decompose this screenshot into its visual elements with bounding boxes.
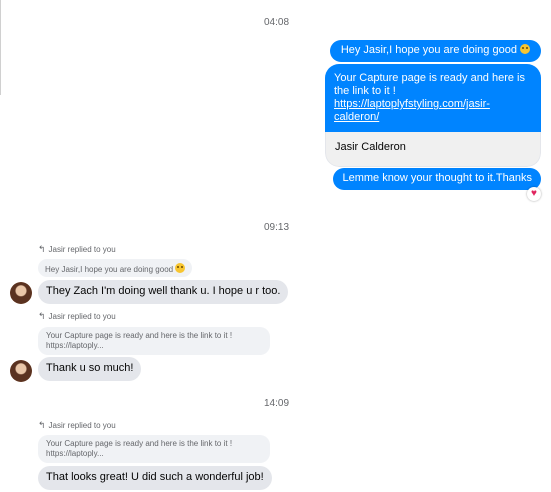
avatar[interactable] bbox=[10, 282, 32, 304]
reply-label: ↰ Jasir replied to you bbox=[38, 420, 116, 430]
message-text: Lemme know your thought to it.Thanks bbox=[342, 172, 532, 184]
quoted-message[interactable]: Hey Jasir,I hope you are doing good bbox=[38, 259, 193, 277]
reply-arrow-icon: ↰ bbox=[38, 420, 46, 430]
outgoing-message[interactable]: Lemme know your thought to it.Thanks bbox=[333, 168, 541, 190]
reply-label: ↰ Jasir replied to you bbox=[38, 244, 116, 254]
reply-label: ↰ Jasir replied to you bbox=[38, 311, 116, 321]
incoming-message[interactable]: They Zach I'm doing well thank u. I hope… bbox=[38, 280, 289, 304]
smile-emoji-icon bbox=[175, 263, 186, 273]
link-preview-body: Your Capture page is ready and here is t… bbox=[325, 64, 541, 132]
reply-arrow-icon: ↰ bbox=[38, 244, 46, 254]
timestamp: 04:08 bbox=[264, 17, 290, 28]
divider bbox=[0, 0, 1, 95]
capture-page-link[interactable]: https://laptoplyfstyling.com/jasir- cald… bbox=[334, 98, 490, 123]
message-text: Hey Jasir,I hope you are doing good bbox=[340, 44, 517, 56]
heart-icon[interactable]: ♥ bbox=[527, 187, 541, 201]
reply-arrow-icon: ↰ bbox=[38, 311, 46, 321]
avatar[interactable] bbox=[10, 360, 32, 382]
incoming-message[interactable]: That looks great! U did such a wonderful… bbox=[38, 466, 272, 490]
link-preview-card[interactable]: Your Capture page is ready and here is t… bbox=[325, 64, 541, 167]
quoted-message[interactable]: Your Capture page is ready and here is t… bbox=[38, 327, 270, 355]
outgoing-message[interactable]: Hey Jasir,I hope you are doing good bbox=[329, 40, 541, 62]
message-text: Your Capture page is ready and here is t… bbox=[334, 72, 525, 97]
quoted-message[interactable]: Your Capture page is ready and here is t… bbox=[38, 435, 270, 463]
timestamp: 09:13 bbox=[264, 222, 290, 233]
link-preview-title: Jasir Calderon bbox=[325, 132, 541, 167]
timestamp: 14:09 bbox=[264, 398, 290, 409]
incoming-message[interactable]: Thank u so much! bbox=[38, 357, 142, 381]
smile-emoji-icon bbox=[520, 44, 530, 54]
